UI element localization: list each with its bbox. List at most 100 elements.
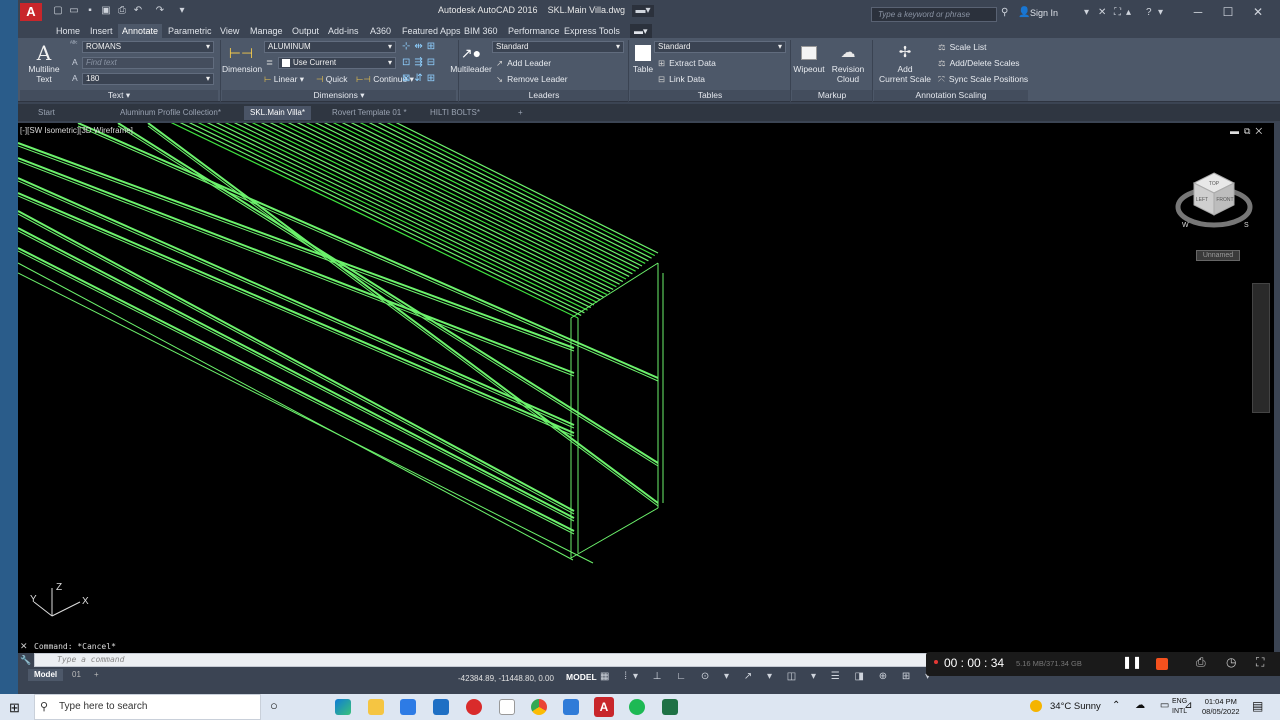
- close-button[interactable]: ✕: [1244, 4, 1272, 20]
- add-current-scale-button[interactable]: ✢ Add Current Scale: [876, 42, 934, 84]
- revision-cloud-button[interactable]: ☁ Revision Cloud: [828, 42, 868, 84]
- multiline-text-button[interactable]: A Multiline Text: [24, 42, 64, 84]
- store-icon[interactable]: [400, 699, 416, 715]
- find-text-input[interactable]: Find text: [82, 57, 214, 69]
- edge-icon[interactable]: [335, 699, 351, 715]
- autocad-logo-button[interactable]: A: [20, 3, 42, 21]
- desktop-icon[interactable]: [2, 570, 16, 582]
- desktop-icon[interactable]: [2, 240, 16, 252]
- file-tab[interactable]: Aluminum Profile Collection*: [114, 106, 227, 120]
- undo-icon[interactable]: ↶: [132, 5, 144, 17]
- add-layout-icon[interactable]: +: [88, 669, 105, 681]
- tab-parametric[interactable]: Parametric: [164, 24, 216, 38]
- file-explorer-icon[interactable]: [368, 699, 384, 715]
- tab-a360[interactable]: A360: [366, 24, 395, 38]
- dimension-button[interactable]: ⊢⊣ Dimension: [222, 42, 262, 74]
- text-height-combo[interactable]: 180 ▾: [82, 73, 214, 85]
- navigation-bar[interactable]: [1252, 283, 1270, 413]
- tab-view[interactable]: View: [216, 24, 243, 38]
- customize-qat-icon[interactable]: ▾: [176, 5, 188, 17]
- chevron-down-icon[interactable]: ▾: [1158, 7, 1163, 18]
- model-tab[interactable]: Model: [28, 669, 64, 681]
- windows-start-icon[interactable]: ⊞: [9, 700, 20, 716]
- file-tab[interactable]: SKL.Main Villa*: [244, 106, 311, 120]
- drawing-viewport[interactable]: [-][SW Isometric][3D Wireframe] ▬ ⧉ ✕ TO…: [18, 123, 1274, 633]
- tab-express-tools[interactable]: Express Tools: [560, 24, 624, 38]
- tab-featured-apps[interactable]: Featured Apps: [398, 24, 465, 38]
- desktop-icon[interactable]: [2, 300, 16, 312]
- autocad-taskbar-icon[interactable]: A: [594, 697, 614, 717]
- desktop-icon[interactable]: [2, 370, 16, 382]
- tab-output[interactable]: Output: [288, 24, 323, 38]
- stop-icon[interactable]: [1156, 658, 1168, 670]
- weather-widget[interactable]: 34°C Sunny: [1050, 701, 1101, 712]
- mail-icon[interactable]: [433, 699, 449, 715]
- tab-home[interactable]: Home: [52, 24, 84, 38]
- new-tab-icon[interactable]: +: [512, 106, 529, 120]
- viewport-controls-label[interactable]: [-][SW Isometric][3D Wireframe]: [20, 126, 133, 135]
- drafting-toggles[interactable]: ▦ ⁞▾ ⊥ ∟ ⊙ ▾ ↗ ▾ ◫ ▾ ☰ ◨ ⊕ ⊞ ▾: [600, 671, 936, 682]
- leaders-panel-label[interactable]: Leaders: [460, 90, 628, 101]
- multileader-button[interactable]: ↗● Multileader: [448, 42, 494, 74]
- tab-performance[interactable]: Performance: [504, 24, 564, 38]
- ucs-menu-button[interactable]: Unnamed: [1196, 250, 1240, 261]
- model-space-toggle[interactable]: MODEL: [566, 672, 597, 682]
- print-icon[interactable]: ⎙: [116, 5, 128, 17]
- minimize-button[interactable]: ─: [1184, 4, 1212, 20]
- language-indicator[interactable]: ENG INTL: [1172, 697, 1187, 717]
- fullscreen-icon[interactable]: ⛶: [1256, 655, 1264, 670]
- sign-in-link[interactable]: Sign In: [1030, 8, 1058, 18]
- text-panel-label[interactable]: Text ▾: [20, 90, 218, 101]
- opera-icon[interactable]: [466, 699, 482, 715]
- scale-list-button[interactable]: ⚖ Scale List: [938, 42, 986, 53]
- file-tab[interactable]: Start: [32, 106, 61, 120]
- a360-icon[interactable]: ⛶: [1114, 7, 1121, 18]
- linear-dimension-button[interactable]: ⊢ Linear ▾: [264, 74, 304, 85]
- multileader-style-combo[interactable]: Standard ▾: [492, 41, 624, 53]
- dim-tools-row-1[interactable]: ⊹⇹⊞: [402, 41, 439, 52]
- pause-icon[interactable]: ❚❚: [1122, 655, 1142, 669]
- exchange-apps-icon[interactable]: ✕: [1098, 7, 1106, 18]
- document-app-icon[interactable]: [499, 699, 515, 715]
- text-style-combo[interactable]: ROMANS ▾: [82, 41, 214, 53]
- taskbar-search-input[interactable]: Type here to search: [34, 694, 261, 720]
- tables-panel-label[interactable]: Tables: [630, 90, 790, 101]
- new-file-icon[interactable]: ▢: [52, 5, 64, 17]
- wipeout-button[interactable]: Wipeout: [792, 42, 826, 74]
- remove-leader-button[interactable]: ↘ Remove Leader: [496, 74, 568, 85]
- save-icon[interactable]: ▪: [84, 5, 96, 17]
- open-file-icon[interactable]: ▭: [68, 5, 80, 17]
- sync-scale-positions-button[interactable]: ⤧ Sync Scale Positions: [938, 74, 1028, 85]
- wrench-icon[interactable]: 🔧: [20, 655, 31, 666]
- notifications-icon[interactable]: ▤: [1252, 699, 1263, 713]
- coordinates-readout[interactable]: -42384.89, -11448.80, 0.00: [458, 674, 554, 683]
- help-icon[interactable]: ?: [1146, 7, 1152, 18]
- layout-tab[interactable]: 01: [66, 669, 87, 681]
- extract-data-button[interactable]: ⊞ Extract Data: [658, 58, 716, 69]
- stay-connected-icon[interactable]: ▴: [1126, 7, 1131, 18]
- excel-icon[interactable]: [662, 699, 678, 715]
- table-style-combo[interactable]: Standard ▾: [654, 41, 786, 53]
- desktop-icon[interactable]: [2, 100, 16, 112]
- ribbon-options-icon[interactable]: ▬▾: [630, 24, 652, 38]
- search-icon[interactable]: ⚲: [1001, 7, 1008, 18]
- timer-icon[interactable]: ◷: [1226, 655, 1236, 669]
- redo-icon[interactable]: ↷: [154, 5, 166, 17]
- quick-dimension-button[interactable]: ⊣ Quick: [316, 74, 348, 85]
- calculator-icon[interactable]: [563, 699, 579, 715]
- tab-insert[interactable]: Insert: [86, 24, 117, 38]
- help-search-input[interactable]: Type a keyword or phrase: [871, 7, 997, 22]
- close-command-line-icon[interactable]: ✕: [20, 641, 28, 652]
- chevron-down-icon[interactable]: ▾: [1084, 7, 1089, 18]
- link-data-button[interactable]: ⊟ Link Data: [658, 74, 705, 85]
- desktop-icon[interactable]: [2, 510, 16, 522]
- maximize-button[interactable]: ☐: [1214, 4, 1242, 20]
- chrome-icon[interactable]: [531, 699, 547, 715]
- task-view-icon[interactable]: ○: [270, 698, 278, 713]
- desktop-icon[interactable]: [2, 40, 16, 52]
- annotation-scaling-panel-label[interactable]: Annotation Scaling: [874, 90, 1028, 101]
- table-button[interactable]: Table: [630, 42, 656, 74]
- add-delete-scales-button[interactable]: ⚖ Add/Delete Scales: [938, 58, 1020, 69]
- tab-manage[interactable]: Manage: [246, 24, 287, 38]
- desktop-icon[interactable]: [2, 440, 16, 452]
